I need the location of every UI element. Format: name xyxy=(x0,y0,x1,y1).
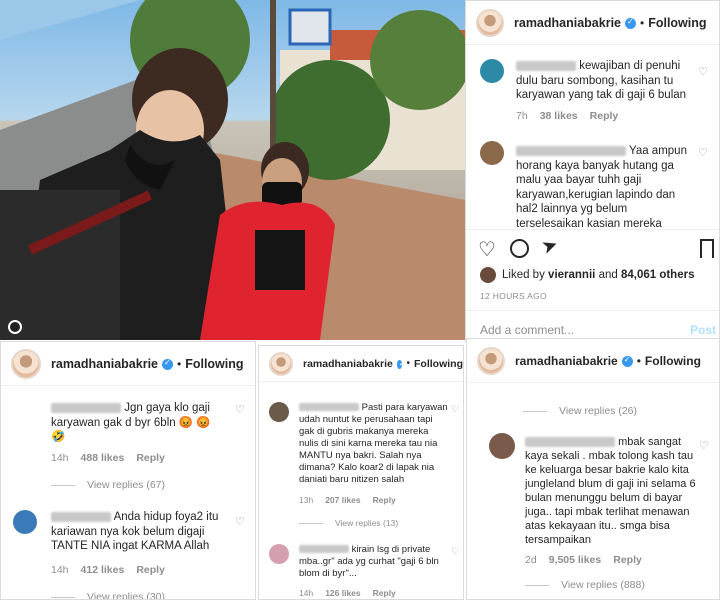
save-bookmark-icon[interactable] xyxy=(700,239,714,258)
redacted-username xyxy=(525,437,615,448)
view-replies-button[interactable]: View replies (30) xyxy=(51,591,165,599)
commenter-avatar[interactable] xyxy=(13,510,37,534)
comments-panel-middle: ramadhaniabakrie • Following Pasti para … xyxy=(258,345,464,600)
like-comment-icon[interactable]: ♡ xyxy=(699,439,709,452)
like-comment-icon[interactable]: ♡ xyxy=(235,403,245,416)
liker-avatar[interactable] xyxy=(480,267,496,283)
like-comment-icon[interactable]: ♡ xyxy=(451,546,459,557)
profile-avatar[interactable] xyxy=(11,348,41,379)
redacted-username xyxy=(516,145,626,156)
user-tag-icon[interactable] xyxy=(8,320,22,334)
comments-panel-right: ramadhaniabakrie • Following View replie… xyxy=(466,338,720,600)
view-replies-button[interactable]: View replies (888) xyxy=(525,579,645,591)
commenter-avatar[interactable] xyxy=(480,141,504,165)
commenter-avatar[interactable] xyxy=(480,59,504,83)
liked-by-text: Liked by vierannii and 84,061 others xyxy=(502,269,695,281)
like-comment-icon[interactable]: ♡ xyxy=(698,65,708,78)
profile-avatar[interactable] xyxy=(477,346,505,375)
comment-meta: 14h 412 likes Reply xyxy=(51,564,165,576)
username[interactable]: ramadhaniabakrie xyxy=(51,357,158,371)
post-header: ramadhaniabakrie • Following xyxy=(1,342,255,386)
comment-text: Anda hidup foya2 itu kariawan nya kok be… xyxy=(51,511,219,552)
comments-panel-left: ramadhaniabakrie • Following Jgn gaya kl… xyxy=(0,341,256,600)
comment-meta: 13h 207 likes Reply xyxy=(299,495,396,505)
like-heart-icon[interactable]: ♡ xyxy=(478,237,496,262)
reply-button[interactable]: Reply xyxy=(373,495,396,505)
commenter-avatar[interactable] xyxy=(269,544,289,564)
comment-likes[interactable]: 38 likes xyxy=(540,110,578,122)
reply-button[interactable]: Reply xyxy=(136,564,165,576)
post-header: ramadhaniabakrie • Following xyxy=(466,1,719,45)
like-comment-icon[interactable]: ♡ xyxy=(235,515,245,528)
like-comment-icon[interactable]: ♡ xyxy=(698,146,708,159)
comment-meta: 2d 9,505 likes Reply xyxy=(525,554,642,566)
post-comment-button[interactable]: Post xyxy=(690,323,716,337)
separator-dot: • xyxy=(406,358,410,369)
comment-likes[interactable]: 126 likes xyxy=(325,588,360,598)
separator-dot: • xyxy=(640,15,645,30)
profile-avatar[interactable] xyxy=(476,8,504,37)
reply-button[interactable]: Reply xyxy=(373,588,396,598)
comment-meta: 14h 126 likes Reply xyxy=(299,588,396,598)
commenter-avatar[interactable] xyxy=(489,433,515,459)
redacted-username xyxy=(51,402,121,413)
comment-bubble-icon[interactable] xyxy=(510,239,529,258)
view-replies-button[interactable]: View replies (13) xyxy=(299,518,398,528)
comment-meta: 14h 488 likes Reply xyxy=(51,452,165,464)
add-comment-input[interactable]: Add a comment... xyxy=(480,323,574,337)
username[interactable]: ramadhaniabakrie xyxy=(515,354,618,368)
separator-dot: • xyxy=(177,356,182,371)
post-header: ramadhaniabakrie • Following xyxy=(467,339,719,383)
redacted-username xyxy=(516,60,576,71)
following-button[interactable]: Following xyxy=(645,354,701,368)
view-replies-button[interactable]: View replies (26) xyxy=(523,405,637,417)
commenter-avatar[interactable] xyxy=(269,402,289,422)
comment-text: Yaa ampun horang kaya banyak hutang ga m… xyxy=(516,145,687,230)
separator-dot: • xyxy=(636,353,641,368)
reply-button[interactable]: Reply xyxy=(590,110,619,122)
comment-meta: 7h 38 likes Reply xyxy=(516,110,630,122)
reply-button[interactable]: Reply xyxy=(136,452,165,464)
comment-text: Jgn gaya klo gaji karyawan gak d byr 6bl… xyxy=(51,402,211,443)
comment-likes[interactable]: 412 likes xyxy=(81,564,125,576)
comment-text: kewajiban di penuhi dulu baru sombong, k… xyxy=(516,60,687,101)
reply-button[interactable]: Reply xyxy=(613,554,642,566)
view-replies-button[interactable]: View replies (67) xyxy=(51,479,165,491)
verified-badge-icon xyxy=(162,358,173,370)
verified-badge-icon xyxy=(625,17,636,29)
profile-avatar[interactable] xyxy=(269,351,293,376)
post-timestamp: 12 HOURS AGO xyxy=(480,291,547,301)
comment-likes[interactable]: 207 likes xyxy=(325,495,360,505)
liker-username[interactable]: vierannii xyxy=(548,269,595,281)
post-photo-illustration xyxy=(0,0,465,340)
verified-badge-icon xyxy=(621,355,633,367)
like-comment-icon[interactable]: ♡ xyxy=(451,404,459,415)
comment-time: 7h xyxy=(516,110,528,122)
username[interactable]: ramadhaniabakrie xyxy=(303,358,393,370)
following-button[interactable]: Following xyxy=(648,16,706,30)
comment-text: kirain lsg di private mba..gr" ada yg cu… xyxy=(299,544,439,579)
post-photo xyxy=(0,0,465,340)
share-icon[interactable]: ➤ xyxy=(539,233,562,260)
redacted-username xyxy=(299,403,359,412)
likes-count[interactable]: 84,061 others xyxy=(621,269,695,281)
comment-text: Pasti para karyawan udah nuntut ke perus… xyxy=(299,402,448,485)
comment-text: mbak sangat kaya sekali . mbak tolong ka… xyxy=(525,436,696,546)
verified-badge-icon xyxy=(396,359,405,369)
redacted-username xyxy=(51,511,111,522)
username[interactable]: ramadhaniabakrie xyxy=(514,16,621,30)
following-button[interactable]: Following xyxy=(185,357,243,371)
comment-likes[interactable]: 488 likes xyxy=(81,452,125,464)
post-side-panel: ramadhaniabakrie • Following kewajiban d… xyxy=(465,0,720,342)
comment-likes[interactable]: 9,505 likes xyxy=(549,554,602,566)
post-header: ramadhaniabakrie • Following xyxy=(259,346,463,382)
redacted-username xyxy=(299,545,349,554)
following-button[interactable]: Following xyxy=(414,358,463,370)
